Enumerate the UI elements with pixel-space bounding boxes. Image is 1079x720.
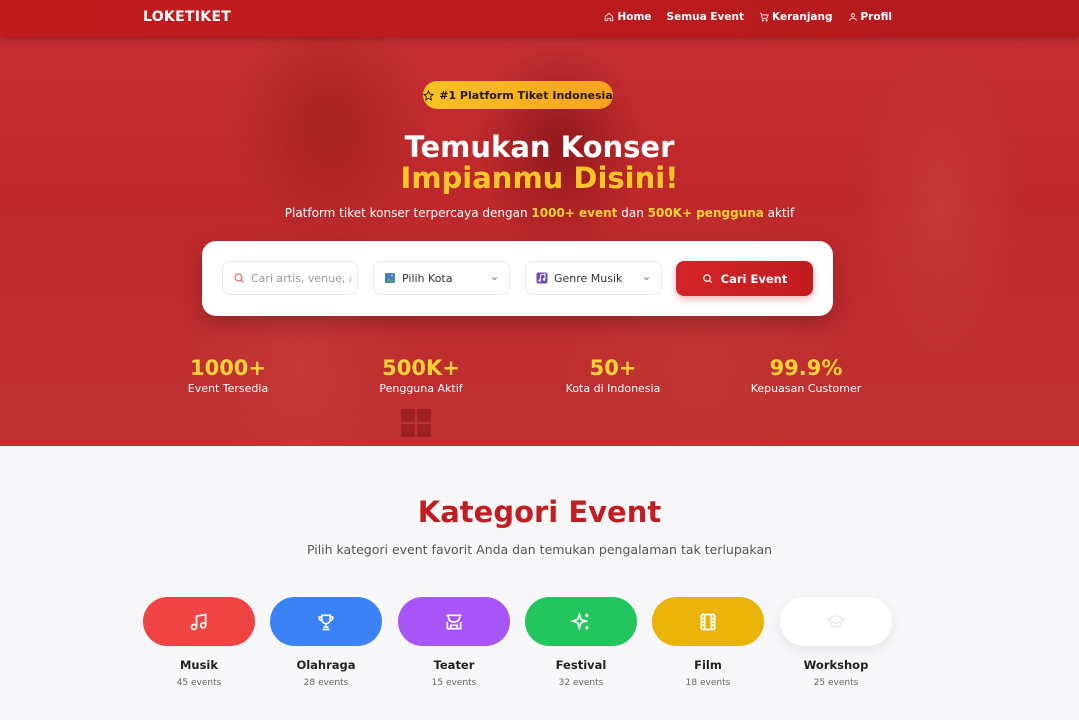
category-pill[interactable]: [780, 597, 892, 646]
chevron-down-icon: [643, 277, 650, 281]
cart-icon: [759, 12, 769, 22]
category-count: 25 events: [813, 678, 859, 688]
search-input[interactable]: Cari artis, venue, atau event...: [222, 261, 358, 295]
nav-home[interactable]: Home: [604, 11, 652, 23]
subtitle-highlight-users: 500K+ pengguna: [647, 206, 764, 220]
category-film[interactable]: Film 18 events: [652, 597, 764, 688]
category-count: 45 events: [176, 678, 222, 688]
badge-text: #1 Platform Tiket Indonesia: [439, 88, 613, 102]
search-button-label: Cari Event: [720, 271, 788, 286]
category-count: 18 events: [685, 678, 731, 688]
nav-profile-label: Profil: [860, 11, 892, 23]
category-pill[interactable]: [652, 597, 764, 646]
hero-section: #1 Platform Tiket Indonesia Temukan Kons…: [0, 37, 1079, 446]
category-name: Teater: [433, 658, 475, 672]
category-pill[interactable]: [398, 597, 510, 646]
nav-all-events-label: Semua Event: [666, 11, 745, 23]
category-name: Musik: [179, 658, 219, 672]
grid-icon: [401, 409, 431, 437]
category-musik[interactable]: Musik 45 events: [143, 597, 255, 688]
genre-select[interactable]: Genre Musik: [525, 261, 662, 295]
category-teater[interactable]: Teater 15 events: [398, 597, 510, 688]
categories-subtitle: Pilih kategori event favorit Anda dan te…: [306, 542, 773, 557]
subtitle-pre: Platform tiket konser terpercaya dengan: [284, 206, 532, 220]
stat-value: 500K+: [382, 356, 460, 380]
stat-value: 1000+: [189, 356, 267, 380]
city-select-value: Pilih Kota: [402, 271, 453, 285]
category-count: 28 events: [303, 678, 349, 688]
city-icon: [385, 273, 395, 283]
category-pill[interactable]: [525, 597, 637, 646]
search-icon: [702, 274, 712, 284]
stat-label: Kota di Indonesia: [565, 382, 661, 395]
user-icon: [848, 13, 857, 21]
nav-cart-label: Keranjang: [772, 11, 833, 23]
stat-satisfaction: 99.9% Kepuasan Customer: [711, 356, 901, 395]
hero-title-line1: Temukan Konser: [404, 130, 675, 164]
search-placeholder: Cari artis, venue, atau event...: [251, 271, 351, 285]
stat-value: 50+: [589, 356, 637, 380]
music-note-icon: [536, 272, 548, 284]
stat-events: 1000+ Event Tersedia: [133, 356, 323, 395]
hero-subtitle: Platform tiket konser terpercaya dengan …: [0, 206, 1079, 220]
nav-home-label: Home: [617, 11, 652, 23]
navbar: LOKETIKET Home Semua Event Keranjang Pro…: [0, 0, 1079, 37]
nav-links: Home Semua Event Keranjang Profil: [604, 11, 892, 23]
category-pill[interactable]: [270, 597, 382, 646]
music-icon: [190, 613, 207, 630]
search-icon: [234, 273, 244, 283]
nav-all-events[interactable]: Semua Event: [667, 11, 744, 23]
logo[interactable]: LOKETIKET: [143, 9, 231, 25]
stat-label: Kepuasan Customer: [750, 382, 862, 395]
category-name: Festival: [555, 658, 607, 672]
category-festival[interactable]: Festival 32 events: [525, 597, 637, 688]
sparkles-icon: [571, 611, 589, 630]
hero-title-line2: Impianmu Disini!: [400, 161, 679, 195]
subtitle-post: aktif: [763, 206, 795, 220]
category-name: Film: [694, 658, 722, 672]
film-icon: [700, 613, 716, 630]
search-card: Cari artis, venue, atau event... Pilih K…: [202, 241, 833, 316]
category-olahraga[interactable]: Olahraga 28 events: [270, 597, 382, 688]
subtitle-mid: dan: [617, 206, 648, 220]
stat-value: 99.9%: [769, 356, 843, 380]
trophy-icon: [318, 614, 334, 630]
platform-badge: #1 Platform Tiket Indonesia: [423, 81, 613, 109]
graduation-cap-icon: [826, 613, 846, 627]
stat-label: Event Tersedia: [187, 382, 269, 395]
categories-title: Kategori Event: [417, 495, 662, 529]
home-icon: [605, 12, 614, 22]
category-count: 15 events: [431, 678, 477, 688]
category-pill[interactable]: [143, 597, 255, 646]
category-name: Olahraga: [296, 658, 356, 672]
star-icon: [423, 89, 435, 101]
genre-select-value: Genre Musik: [554, 271, 623, 285]
category-workshop[interactable]: Workshop 25 events: [780, 597, 892, 688]
search-event-button[interactable]: Cari Event: [676, 261, 813, 296]
stat-cities: 50+ Kota di Indonesia: [518, 356, 708, 395]
nav-profile[interactable]: Profil: [848, 11, 892, 23]
chevron-down-icon: [491, 277, 498, 281]
city-select[interactable]: Pilih Kota: [373, 261, 510, 295]
nav-cart[interactable]: Keranjang: [759, 11, 833, 23]
category-count: 32 events: [558, 678, 604, 688]
category-name: Workshop: [803, 658, 869, 672]
stat-label: Pengguna Aktif: [379, 382, 463, 395]
subtitle-highlight-events: 1000+ event: [531, 206, 618, 220]
stat-users: 500K+ Pengguna Aktif: [326, 356, 516, 395]
theater-icon: [446, 614, 462, 629]
